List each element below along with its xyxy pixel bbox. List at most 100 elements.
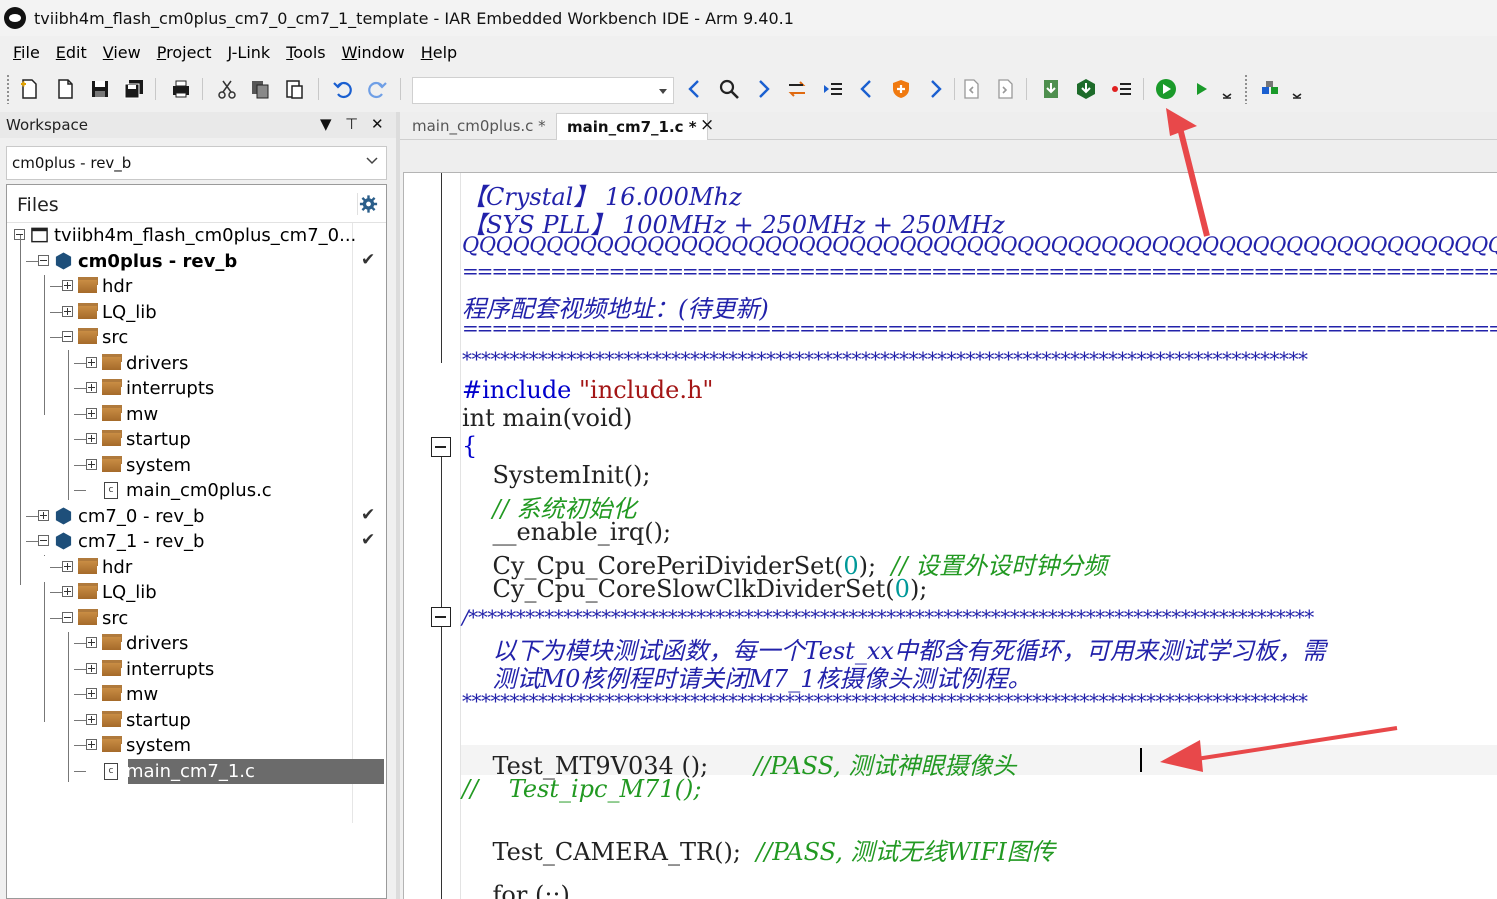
tree-item-interrupts[interactable]: interrupts [7, 376, 386, 401]
expand-icon[interactable] [38, 509, 49, 521]
download-and-debug-icon[interactable] [1073, 76, 1099, 102]
debug-run-icon[interactable] [1153, 76, 1179, 102]
make-icon[interactable] [992, 76, 1018, 102]
close-tab-icon[interactable]: × [700, 115, 714, 135]
triangle-down-icon[interactable]: ▼ [320, 115, 332, 133]
open-file-icon[interactable] [52, 76, 78, 102]
tree-item-lq-lib[interactable]: LQ_lib [7, 580, 386, 605]
tree-item-src[interactable]: src [7, 325, 386, 350]
expand-icon[interactable] [62, 560, 73, 572]
tree-item-tviibh4m-flash-cm0plus-cm7-0[interactable]: tviibh4m_flash_cm0plus_cm7_0... [7, 223, 386, 248]
configuration-dropdown[interactable]: cm0plus - rev_b [6, 146, 387, 180]
tree-item-label: interrupts [126, 658, 215, 680]
tree-item-drivers[interactable]: drivers [7, 351, 386, 376]
find-icon[interactable] [716, 76, 742, 102]
expand-icon[interactable] [62, 586, 73, 597]
expand-icon[interactable] [62, 280, 73, 291]
debug-without-download-icon[interactable] [1188, 76, 1214, 102]
menu-project[interactable]: Project [150, 43, 219, 62]
expand-icon[interactable] [86, 407, 97, 419]
compile-icon[interactable] [958, 76, 984, 102]
files-tree-pane[interactable]: Files tviibh4m_flash_cm0plus_cm7_0... cm0… [6, 184, 387, 899]
find-previous-icon[interactable] [682, 76, 708, 102]
expand-icon[interactable] [86, 458, 97, 470]
menu-edit[interactable]: Edit [49, 43, 94, 62]
redo-icon[interactable] [364, 76, 390, 102]
toolbar [0, 70, 1497, 108]
tree-item-mw[interactable]: mw [7, 402, 386, 427]
tree-item-drivers[interactable]: drivers [7, 631, 386, 656]
new-file-icon[interactable] [16, 76, 42, 102]
menu-help[interactable]: Help [414, 43, 464, 62]
menu-view[interactable]: View [96, 43, 148, 62]
tree-item-hdr[interactable]: hdr [7, 274, 386, 299]
toolbar-grip[interactable] [6, 74, 10, 104]
toggle-source-header-icon[interactable] [784, 76, 810, 102]
tab-main-cm0plus[interactable]: main_cm0plus.c * [402, 113, 556, 140]
menu-jlink[interactable]: J-Link [220, 43, 277, 62]
save-all-icon[interactable] [121, 76, 147, 102]
paste-icon[interactable] [281, 76, 307, 102]
go-to-bookmark-icon[interactable] [820, 76, 846, 102]
toolbar-overflow-icon[interactable] [1220, 76, 1234, 102]
tree-item-main-cm7-1-c[interactable]: c main_cm7_1.c [7, 758, 386, 784]
find-next-icon[interactable] [750, 76, 776, 102]
tree-item-main-cm0plus-c[interactable]: c main_cm0plus.c [7, 478, 386, 503]
checkmark-icon[interactable]: ✔ [361, 530, 375, 550]
copy-icon[interactable] [247, 76, 273, 102]
close-icon[interactable]: ✕ [371, 115, 384, 133]
breakpoint-shield-icon[interactable] [888, 76, 914, 102]
tree-item-startup[interactable]: startup [7, 708, 386, 733]
tree-item-label: drivers [126, 352, 189, 374]
menu-file[interactable]: File [6, 43, 47, 62]
navigate-forward-icon[interactable] [922, 76, 948, 102]
panel-splitter[interactable] [396, 112, 400, 899]
checkmark-icon[interactable]: ✔ [361, 250, 375, 270]
gear-icon[interactable] [357, 193, 379, 215]
fold-collapse-icon[interactable] [431, 437, 451, 457]
tree-item-interrupts[interactable]: interrupts [7, 657, 386, 682]
expand-icon[interactable] [86, 433, 97, 444]
tree-item-system[interactable]: system [7, 453, 386, 478]
tree-item-cm7-0-rev-b[interactable]: cm7_0 - rev_b ✔ [7, 504, 386, 529]
expand-icon[interactable] [86, 713, 97, 725]
tree-item-cm7-1-rev-b[interactable]: cm7_1 - rev_b ✔ [7, 529, 386, 554]
code-editor[interactable]: 【Crystal】 16.000Mhz 【SYS PLL】 100MHz + 2… [403, 172, 1497, 899]
pin-icon[interactable]: ⊤ [345, 115, 358, 133]
tree-item-mw[interactable]: mw [7, 682, 386, 707]
expand-icon[interactable] [62, 305, 73, 317]
collapse-icon[interactable] [62, 331, 73, 342]
tree-item-hdr[interactable]: hdr [7, 555, 386, 580]
breakpoint-list-icon[interactable] [1109, 76, 1135, 102]
tree-item-startup[interactable]: startup [7, 427, 386, 452]
navigate-back-icon[interactable] [854, 76, 880, 102]
tree-item-system[interactable]: system [7, 733, 386, 758]
expand-icon[interactable] [86, 662, 97, 674]
expand-icon[interactable] [86, 382, 97, 393]
collapse-icon[interactable] [38, 535, 49, 546]
tree-item-cm0plus-rev-b[interactable]: cm0plus - rev_b ✔ [7, 249, 386, 274]
collapse-icon[interactable] [38, 254, 49, 266]
tree-item-lq-lib[interactable]: LQ_lib [7, 300, 386, 325]
expand-icon[interactable] [86, 637, 97, 648]
save-icon[interactable] [87, 76, 113, 102]
fold-collapse-icon[interactable] [431, 607, 451, 627]
expand-icon[interactable] [86, 688, 97, 699]
jlink-device-icon[interactable] [1258, 76, 1284, 102]
find-combobox[interactable] [412, 77, 674, 104]
print-icon[interactable] [168, 76, 194, 102]
expand-icon[interactable] [86, 739, 97, 750]
undo-icon[interactable] [330, 76, 356, 102]
chevron-down-icon[interactable] [659, 89, 667, 94]
cut-icon[interactable] [214, 76, 240, 102]
menu-window[interactable]: Window [335, 43, 412, 62]
download-icon[interactable] [1038, 76, 1064, 102]
tree-item-src[interactable]: src [7, 606, 386, 631]
collapse-icon[interactable] [62, 611, 73, 623]
toolbar-grip[interactable] [1244, 74, 1248, 104]
toolbar-overflow-icon[interactable] [1290, 76, 1304, 102]
expand-icon[interactable] [86, 356, 97, 368]
checkmark-icon[interactable]: ✔ [361, 505, 375, 525]
tab-main-cm7-1[interactable]: main_cm7_1.c * [556, 113, 708, 140]
menu-tools[interactable]: Tools [279, 43, 332, 62]
